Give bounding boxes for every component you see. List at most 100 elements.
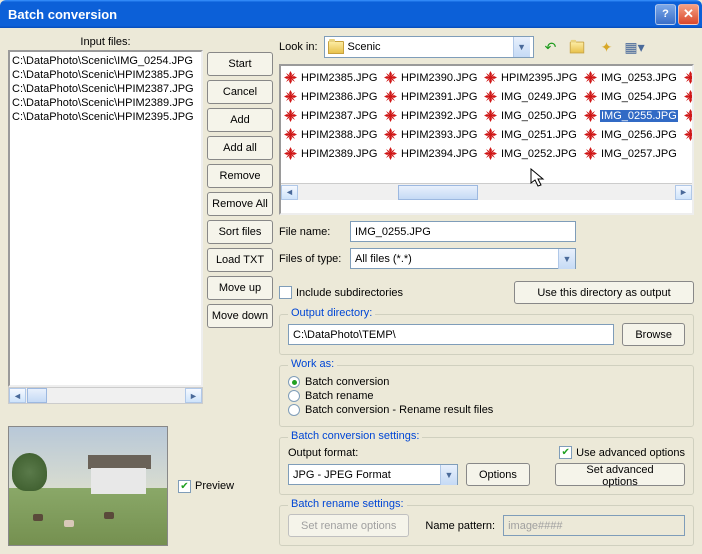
name-pattern-label: Name pattern: <box>425 520 495 532</box>
add-all-button[interactable]: Add all <box>207 136 273 160</box>
close-button[interactable]: ✕ <box>678 4 699 25</box>
checkbox-icon <box>279 286 292 299</box>
batch-rename-settings-group: Batch rename settings: Set rename option… <box>279 505 694 546</box>
file-name: HPIM2388.JPG <box>300 129 378 141</box>
file-item[interactable]: HPIM2395.JPG <box>481 68 581 87</box>
file-name: HPIM2394.JPG <box>400 148 478 160</box>
include-subdirs-checkbox[interactable]: Include subdirectories <box>279 286 403 299</box>
chevron-down-icon[interactable]: ▼ <box>513 37 530 57</box>
radio-icon <box>288 404 300 416</box>
cancel-button[interactable]: Cancel <box>207 80 273 104</box>
list-item[interactable]: C:\DataPhoto\Scenic\HPIM2389.JPG <box>12 96 199 110</box>
filename-label: File name: <box>279 226 344 238</box>
input-files-hscroll[interactable]: ◄ ► <box>8 387 203 404</box>
file-browser[interactable]: HPIM2385.JPGHPIM2386.JPGHPIM2387.JPGHPIM… <box>279 64 694 215</box>
input-files-list[interactable]: C:\DataPhoto\Scenic\IMG_0254.JPG C:\Data… <box>8 50 203 387</box>
radio-batch-conversion[interactable]: Batch conversion <box>288 376 685 388</box>
file-item[interactable]: IMG_0292.JPG <box>681 87 694 106</box>
load-txt-button[interactable]: Load TXT <box>207 248 273 272</box>
image-file-icon <box>283 89 298 104</box>
file-item[interactable]: HPIM2392.JPG <box>381 106 481 125</box>
image-file-icon <box>383 127 398 142</box>
file-item[interactable]: IMG_0253.JPG <box>581 68 681 87</box>
sort-files-button[interactable]: Sort files <box>207 220 273 244</box>
file-item[interactable]: HPIM2394.JPG <box>381 144 481 163</box>
titlebar: Batch conversion ? ✕ <box>0 0 702 28</box>
image-file-icon <box>483 146 498 161</box>
file-name: IMG_0252.JPG <box>500 148 578 160</box>
window-title: Batch conversion <box>8 7 655 22</box>
bcs-label: Batch conversion settings: <box>288 430 422 442</box>
list-item[interactable]: C:\DataPhoto\Scenic\HPIM2385.JPG <box>12 68 199 82</box>
use-directory-button[interactable]: Use this directory as output <box>514 281 694 304</box>
list-item[interactable]: C:\DataPhoto\Scenic\HPIM2395.JPG <box>12 110 199 124</box>
file-name: HPIM2392.JPG <box>400 110 478 122</box>
output-format-dropdown[interactable]: JPG - JPEG Format ▼ <box>288 464 458 485</box>
start-button[interactable]: Start <box>207 52 273 76</box>
file-item[interactable]: HPIM2387.JPG <box>281 106 381 125</box>
file-item[interactable]: HPIM2391.JPG <box>381 87 481 106</box>
file-item[interactable]: HPIM2385.JPG <box>281 68 381 87</box>
set-advanced-button[interactable]: Set advanced options <box>555 463 685 486</box>
lookin-dropdown[interactable]: Scenic ▼ <box>324 36 534 58</box>
file-item[interactable]: IMG_0254.JPG <box>581 87 681 106</box>
radio-batch-rename[interactable]: Batch rename <box>288 390 685 402</box>
radio-batch-conv-rename[interactable]: Batch conversion - Rename result files <box>288 404 685 416</box>
scroll-left-icon[interactable]: ◄ <box>9 388 26 403</box>
view-menu-icon[interactable]: ▦▾ <box>624 36 646 58</box>
file-name: HPIM2387.JPG <box>300 110 378 122</box>
file-item[interactable]: IMG_0293.JPG <box>681 106 694 125</box>
radio-icon <box>288 376 300 388</box>
scroll-thumb[interactable] <box>27 388 47 403</box>
image-file-icon <box>583 127 598 142</box>
scroll-thumb[interactable] <box>398 185 478 200</box>
help-button[interactable]: ? <box>655 4 676 25</box>
move-down-button[interactable]: Move down <box>207 304 273 328</box>
work-as-label: Work as: <box>288 358 337 370</box>
new-folder-icon[interactable]: ✦ <box>596 36 618 58</box>
up-folder-icon[interactable] <box>568 36 590 58</box>
image-file-icon <box>683 70 694 85</box>
list-item[interactable]: C:\DataPhoto\Scenic\IMG_0254.JPG <box>12 54 199 68</box>
file-item[interactable]: IMG_0257.JPG <box>581 144 681 163</box>
file-name: HPIM2393.JPG <box>400 129 478 141</box>
set-rename-button: Set rename options <box>288 514 409 537</box>
file-name: HPIM2386.JPG <box>300 91 378 103</box>
scroll-right-icon[interactable]: ► <box>185 388 202 403</box>
preview-checkbox[interactable]: ✔ Preview <box>178 480 234 493</box>
brs-label: Batch rename settings: <box>288 498 407 510</box>
options-button[interactable]: Options <box>466 463 530 486</box>
file-item[interactable]: HPIM2388.JPG <box>281 125 381 144</box>
remove-all-button[interactable]: Remove All <box>207 192 273 216</box>
file-item[interactable]: IMG_0255.JPG <box>581 106 681 125</box>
remove-button[interactable]: Remove <box>207 164 273 188</box>
back-icon[interactable]: ↶ <box>540 36 562 58</box>
file-name: IMG_0256.JPG <box>600 129 678 141</box>
browser-hscroll[interactable]: ◄ ► <box>281 183 692 200</box>
browse-button[interactable]: Browse <box>622 323 685 346</box>
list-item[interactable]: C:\DataPhoto\Scenic\HPIM2387.JPG <box>12 82 199 96</box>
file-item[interactable]: IMG_0256.JPG <box>581 125 681 144</box>
file-item[interactable]: IMG_0249.JPG <box>481 87 581 106</box>
file-name: IMG_0254.JPG <box>600 91 678 103</box>
use-advanced-checkbox[interactable]: ✔ Use advanced options <box>559 446 685 459</box>
file-item[interactable]: IMG_0294.JPG <box>681 125 694 144</box>
file-item[interactable]: IMG_0258.JPG <box>681 68 694 87</box>
file-item[interactable]: HPIM2386.JPG <box>281 87 381 106</box>
chevron-down-icon[interactable]: ▼ <box>558 249 575 269</box>
output-format-label: Output format: <box>288 447 358 459</box>
scroll-left-icon[interactable]: ◄ <box>281 185 298 200</box>
output-dir-input[interactable] <box>288 324 614 345</box>
scroll-right-icon[interactable]: ► <box>675 185 692 200</box>
move-up-button[interactable]: Move up <box>207 276 273 300</box>
file-item[interactable]: IMG_0250.JPG <box>481 106 581 125</box>
filename-input[interactable] <box>350 221 576 242</box>
file-item[interactable]: HPIM2390.JPG <box>381 68 481 87</box>
file-item[interactable]: HPIM2389.JPG <box>281 144 381 163</box>
file-item[interactable]: HPIM2393.JPG <box>381 125 481 144</box>
chevron-down-icon[interactable]: ▼ <box>440 465 457 485</box>
file-item[interactable]: IMG_0252.JPG <box>481 144 581 163</box>
file-item[interactable]: IMG_0251.JPG <box>481 125 581 144</box>
add-button[interactable]: Add <box>207 108 273 132</box>
filetype-dropdown[interactable]: All files (*.*) ▼ <box>350 248 576 269</box>
